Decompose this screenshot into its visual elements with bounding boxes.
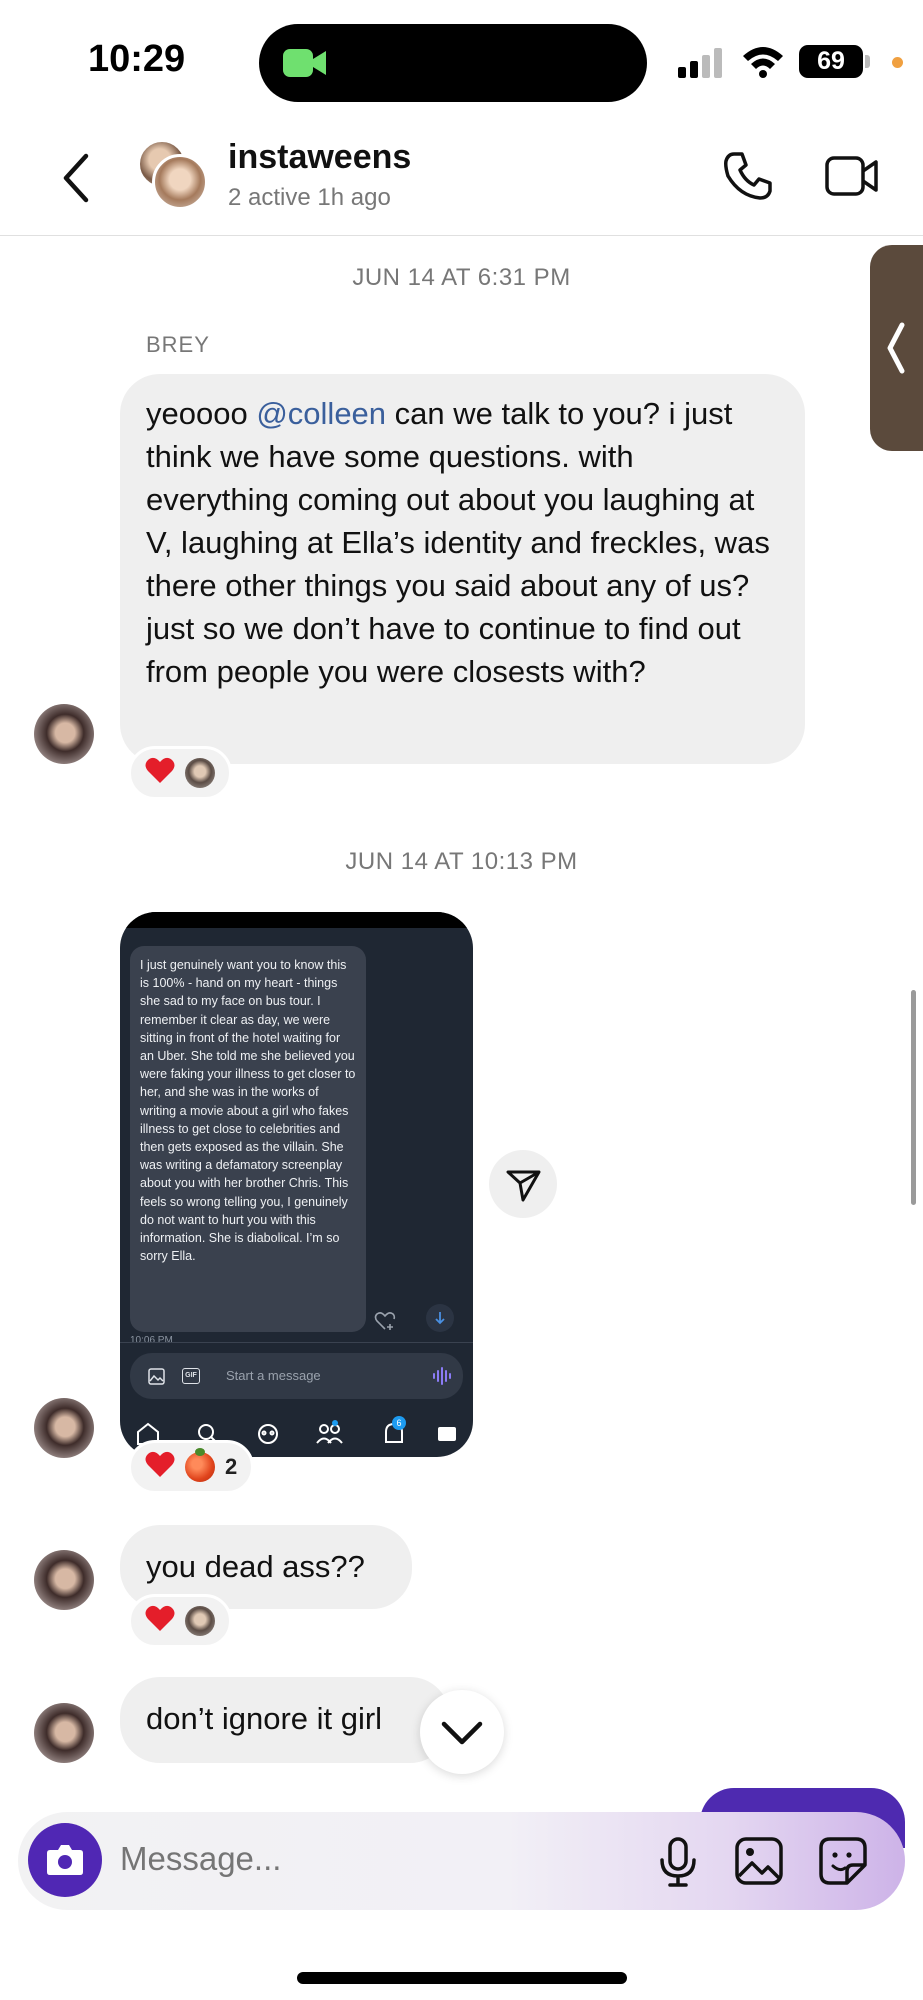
dynamic-island bbox=[259, 24, 647, 102]
image-icon[interactable] bbox=[734, 1836, 784, 1886]
chevron-left-icon[interactable] bbox=[56, 150, 96, 206]
message-text: can we talk to you? i just think we have… bbox=[146, 396, 770, 689]
privacy-indicator bbox=[892, 57, 903, 68]
avatar[interactable] bbox=[34, 1550, 94, 1610]
notification-count: 6 bbox=[396, 1418, 402, 1428]
screenshot-input-placeholder: Start a message bbox=[226, 1368, 321, 1383]
chat-title[interactable]: instaweens bbox=[228, 138, 411, 177]
reaction-bar[interactable]: 2 bbox=[128, 1440, 255, 1494]
home-indicator[interactable] bbox=[297, 1972, 627, 1984]
voice-wave-icon bbox=[433, 1367, 451, 1385]
group-avatar[interactable] bbox=[138, 140, 210, 212]
battery-nub bbox=[865, 55, 870, 68]
video-camera-icon[interactable] bbox=[824, 152, 880, 200]
heart-icon bbox=[145, 1604, 175, 1638]
scroll-to-bottom-button[interactable] bbox=[420, 1690, 504, 1774]
screenshot-input-bar: GIF Start a message bbox=[130, 1353, 463, 1399]
status-bar: 10:29 69 bbox=[0, 0, 923, 120]
wifi-icon bbox=[743, 47, 783, 78]
screenshot-top-bar bbox=[120, 912, 473, 928]
sticker-icon[interactable] bbox=[818, 1836, 868, 1886]
facetime-icon bbox=[283, 49, 326, 77]
microphone-icon[interactable] bbox=[656, 1836, 700, 1888]
avatar bbox=[152, 154, 208, 210]
tomato-icon bbox=[185, 1448, 215, 1482]
message-text: don’t ignore it girl bbox=[146, 1701, 383, 1736]
reaction-bar[interactable] bbox=[128, 746, 232, 800]
status-time: 10:29 bbox=[88, 38, 186, 80]
cellular-signal-icon bbox=[678, 48, 722, 78]
heart-icon bbox=[145, 1450, 175, 1484]
divider bbox=[120, 1342, 473, 1343]
battery-indicator: 69 bbox=[799, 45, 863, 78]
mention-link[interactable]: @colleen bbox=[256, 396, 386, 431]
heart-icon bbox=[145, 756, 175, 790]
screenshot-timestamp: 10:06 PM bbox=[130, 1335, 173, 1346]
message-text: you dead ass?? bbox=[146, 1549, 365, 1584]
message-bubble[interactable]: yeoooo @colleen can we talk to you? i ju… bbox=[120, 374, 805, 764]
shared-screenshot[interactable]: I just genuinely want you to know this i… bbox=[120, 912, 473, 1457]
avatar[interactable] bbox=[34, 1398, 94, 1458]
arrow-down-icon bbox=[435, 1312, 445, 1325]
date-separator: JUN 14 AT 6:31 PM bbox=[352, 264, 571, 291]
message-input[interactable] bbox=[120, 1840, 560, 1878]
reaction-bar[interactable] bbox=[128, 1594, 232, 1648]
phone-icon[interactable] bbox=[722, 150, 774, 202]
avatar[interactable] bbox=[34, 1703, 94, 1763]
date-separator: JUN 14 AT 10:13 PM bbox=[345, 848, 578, 875]
reactor-avatar bbox=[185, 758, 215, 788]
screenshot-scroll-button bbox=[426, 1304, 454, 1332]
reactor-avatar bbox=[185, 1606, 215, 1636]
gif-icon: GIF bbox=[182, 1368, 200, 1384]
active-status: 2 active 1h ago bbox=[228, 184, 391, 211]
message-bubble[interactable]: don’t ignore it girl bbox=[120, 1677, 450, 1763]
message-text: yeoooo bbox=[146, 396, 257, 431]
chevron-down-icon bbox=[441, 1721, 483, 1745]
camera-button[interactable] bbox=[28, 1823, 102, 1897]
image-icon bbox=[148, 1368, 165, 1385]
avatar[interactable] bbox=[34, 704, 94, 764]
message-composer bbox=[18, 1812, 905, 1910]
screenshot-message: I just genuinely want you to know this i… bbox=[130, 946, 366, 1332]
sender-name: BREY bbox=[146, 332, 210, 357]
share-button[interactable] bbox=[489, 1150, 557, 1218]
send-icon bbox=[506, 1170, 541, 1202]
heart-plus-icon bbox=[374, 1312, 396, 1330]
camera-icon bbox=[47, 1845, 83, 1875]
scrollbar[interactable] bbox=[911, 990, 916, 1205]
reaction-count: 2 bbox=[225, 1454, 238, 1479]
chat-header: instaweens 2 active 1h ago bbox=[0, 120, 923, 236]
